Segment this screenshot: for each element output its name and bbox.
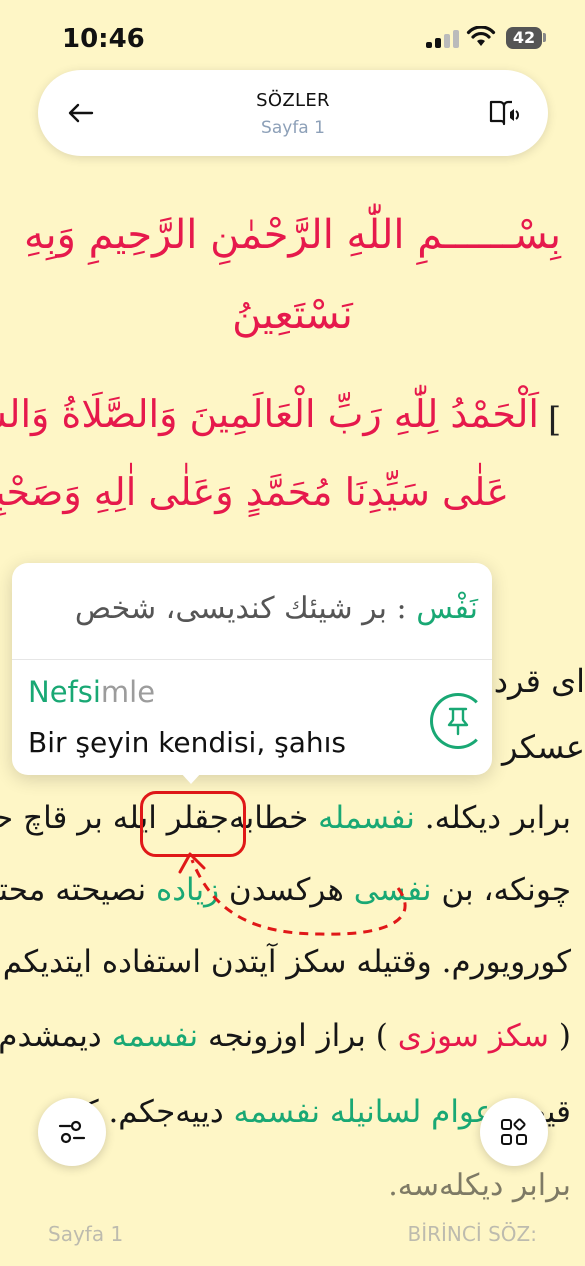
text-segment: نصیحته محتاج — [0, 872, 147, 908]
highlighted-word-sekiz-sozu[interactable]: سكز سوزی — [398, 1018, 549, 1054]
bracket-mark: [ — [548, 400, 562, 440]
basmala-line-2: نَسْتَعِينُ — [232, 292, 353, 338]
header-bar: SÖZLER Sayfa 1 — [38, 70, 548, 156]
wifi-icon — [466, 26, 496, 46]
popup-ottoman-word: نَفْس — [416, 591, 478, 626]
popup-ottoman-text: : بر شیئك كندیسی، شخص — [74, 591, 407, 626]
grid-icon — [501, 1118, 527, 1145]
battery-icon: 42 — [506, 27, 542, 49]
grid-menu-button[interactable] — [480, 1098, 548, 1166]
popup-word: Nefsimle — [28, 675, 155, 709]
text-line-5: كورویورم. وقتیله سكز آیتدن استفاده ایتدی… — [2, 944, 571, 980]
text-line-3: برابر دیکله. نفسمله خطابه‌جقلر ایله بر ق… — [0, 800, 571, 836]
header-subtitle: Sayfa 1 — [261, 118, 325, 138]
signal-icon — [426, 30, 460, 48]
popup-word-suffix: mle — [100, 675, 156, 709]
text-line-8: برابر دیکله‌سه. — [388, 1168, 571, 1203]
settings-sliders-icon — [58, 1120, 86, 1144]
settings-button[interactable] — [38, 1098, 106, 1166]
pin-button[interactable] — [430, 693, 486, 749]
highlighted-word-nefsime[interactable]: نفسمه — [112, 1018, 199, 1054]
text-segment: دیمشدم. شیمدی — [0, 1018, 102, 1054]
hamd-line: اَلْحَمْدُ لِلّٰهِ رَبِّ الْعَالَمِينَ و… — [0, 392, 539, 436]
footer-section-label: BİRİNCİ SÖZ: — [407, 1222, 537, 1246]
footer-page-label: Sayfa 1 — [48, 1222, 124, 1246]
text-line-2: عسكر او — [495, 728, 585, 766]
status-bar: 10:46 42 — [0, 0, 585, 80]
battery-tip — [543, 33, 546, 42]
popup-tail — [180, 772, 202, 784]
popup-divider — [12, 659, 492, 660]
text-segment: ( — [558, 1018, 571, 1054]
highlighted-word-avam[interactable]: عوام لسانیله نفسمه — [234, 1094, 494, 1130]
book-audio-button[interactable] — [482, 90, 528, 136]
basmala-line: بِسْــــــمِ اللّٰهِ الرَّحْمٰنِ الرَّحِ… — [24, 212, 561, 258]
popup-meaning: Bir şeyin kendisi, şahıs — [28, 726, 346, 759]
highlighted-word-nefsimle[interactable]: نفسمله — [318, 800, 415, 836]
book-audio-icon — [489, 100, 519, 126]
salat-line: عَلٰى سَيِّدِنَا مُحَمَّدٍ وَعَلٰى اٰلِه… — [0, 470, 509, 514]
popup-word-root: Nefsi — [28, 675, 101, 709]
text-line-6: ( سكز سوزی ) براز اوزونجه نفسمه دیمشدم. … — [0, 1018, 571, 1054]
word-definition-popup: نَفْس : بر شیئك كندیسی، شخص Nefsimle Bir… — [12, 563, 492, 775]
text-segment: چونکه، بن — [441, 872, 571, 908]
text-segment: ) براز اوزونجه — [207, 1018, 388, 1054]
text-line-1: ای قرداش — [495, 662, 585, 700]
page: 10:46 42 SÖZLER Sayfa 1 بِسْــــــمِ الل… — [0, 0, 585, 1266]
pin-icon — [447, 707, 469, 736]
popup-ottoman-definition: نَفْس : بر شیئك كندیسی، شخص — [75, 591, 478, 626]
text-segment: برابر دیکله. — [424, 800, 571, 836]
header-title: SÖZLER — [256, 90, 330, 111]
dashed-arrow — [178, 852, 407, 936]
status-time: 10:46 — [62, 24, 145, 54]
